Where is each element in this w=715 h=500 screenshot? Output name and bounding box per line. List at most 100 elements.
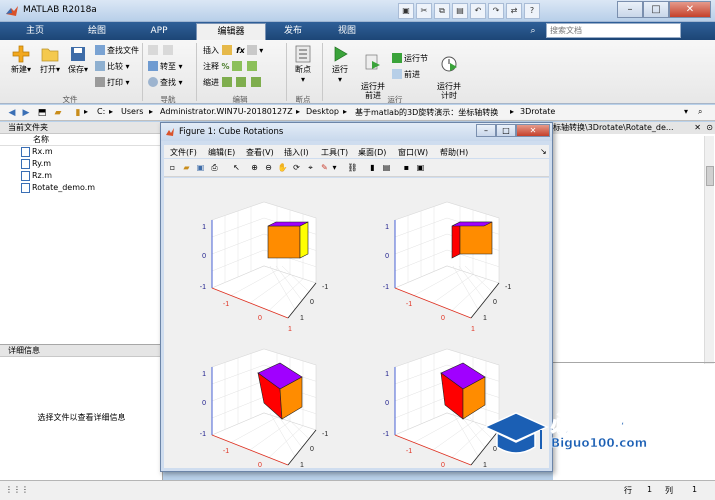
- forward-arrow-icon[interactable]: ▶: [20, 107, 32, 119]
- zoom-out-icon[interactable]: ⊖: [263, 162, 274, 173]
- title-bar: MATLAB R2018a ▣ ✂ ⧉ ▤ ↶ ↷ ⇄ ? – □ ✕: [0, 0, 715, 22]
- undo-icon[interactable]: ↶: [470, 3, 486, 19]
- figure-close-button[interactable]: ✕: [516, 124, 550, 137]
- open-file-icon[interactable]: ▰: [181, 162, 192, 173]
- rotate-3d-icon[interactable]: ⟳: [291, 162, 302, 173]
- breadcrumb-project[interactable]: 基于matlab的3D旋转演示：坐标轴转换: [355, 107, 498, 118]
- close-editor-icon[interactable]: ✕: [694, 122, 701, 134]
- details-title: 详细信息: [0, 345, 162, 357]
- menubar-dock-icon[interactable]: ↘: [540, 147, 547, 156]
- tab-home[interactable]: 主页: [10, 23, 60, 40]
- print-button[interactable]: 打印 ▾: [95, 77, 130, 89]
- new-button[interactable]: 新建▾: [6, 44, 36, 75]
- legend-icon[interactable]: ▤: [381, 162, 392, 173]
- comment-button[interactable]: 注释 %: [203, 61, 259, 73]
- file-name: Rotate_demo.m: [32, 183, 96, 192]
- subplot-axes[interactable]: 10-1-101-101: [200, 348, 329, 480]
- current-folder-panel: 当前文件夹 名称 Rx.m Ry.m Rz.m Rotate_demo.m: [0, 122, 163, 348]
- maximize-button[interactable]: □: [643, 1, 669, 18]
- figure-minimize-button[interactable]: –: [476, 124, 496, 137]
- copy-icon[interactable]: ⧉: [434, 3, 450, 19]
- save-icon[interactable]: ▣: [398, 3, 414, 19]
- figure-title-bar[interactable]: Figure 1: Cube Rotations – □ ✕: [161, 123, 552, 141]
- find-button[interactable]: 查找 ▾: [148, 77, 183, 89]
- edit-plot-icon[interactable]: ↖: [231, 162, 242, 173]
- file-item[interactable]: Rotate_demo.m: [0, 182, 162, 194]
- save-figure-icon[interactable]: ▣: [195, 162, 206, 173]
- compare-button[interactable]: 比较 ▾: [95, 61, 130, 73]
- menu-file[interactable]: 文件(F): [170, 147, 197, 158]
- run-advance-button[interactable]: 运行并 前进: [358, 44, 388, 100]
- menu-view[interactable]: 查看(V): [246, 147, 274, 158]
- pan-icon[interactable]: ✋: [277, 162, 288, 173]
- breadcrumb-users[interactable]: Users: [121, 107, 143, 116]
- help-icon[interactable]: ?: [524, 3, 540, 19]
- menu-help[interactable]: 帮助(H): [440, 147, 468, 158]
- close-button[interactable]: ✕: [669, 1, 711, 18]
- breadcrumb-drive[interactable]: C:: [97, 107, 105, 116]
- tab-view[interactable]: 视图: [320, 23, 374, 40]
- file-item[interactable]: Rz.m: [0, 170, 162, 182]
- cut-icon[interactable]: ✂: [416, 3, 432, 19]
- figure-maximize-button[interactable]: □: [496, 124, 516, 137]
- zoom-in-icon[interactable]: ⊕: [249, 162, 260, 173]
- tab-plots[interactable]: 绘图: [72, 23, 122, 40]
- name-column-header[interactable]: 名称: [0, 134, 162, 146]
- show-plot-tools-icon[interactable]: ▣: [415, 162, 426, 173]
- back-arrow-icon[interactable]: ◀: [6, 107, 18, 119]
- search-input[interactable]: 搜索文档: [546, 23, 681, 38]
- y-tick-label: 0: [493, 299, 497, 306]
- advance-label: 前进: [404, 70, 420, 79]
- menu-window[interactable]: 窗口(W): [398, 147, 428, 158]
- subplot-axes[interactable]: 10-1-101-101: [383, 201, 512, 333]
- fx-icon: fx: [236, 46, 245, 55]
- breadcrumb-admin[interactable]: Administrator.WIN7U-20180127Z: [160, 107, 293, 116]
- menu-edit[interactable]: 编辑(E): [208, 147, 235, 158]
- breakpoints-button[interactable]: 断点 ▾: [290, 44, 316, 84]
- menu-insert[interactable]: 插入(I): [284, 147, 309, 158]
- tab-apps[interactable]: APP: [134, 23, 184, 40]
- subplot-axes[interactable]: 10-1-101-101: [200, 201, 329, 333]
- switch-windows-icon[interactable]: ⇄: [506, 3, 522, 19]
- menu-desktop[interactable]: 桌面(D): [358, 147, 386, 158]
- indent-button[interactable]: 缩进: [203, 77, 263, 89]
- file-item[interactable]: Rx.m: [0, 146, 162, 158]
- minimize-button[interactable]: –: [617, 1, 643, 18]
- editor-menu-icon[interactable]: ⊙: [706, 122, 713, 134]
- open-button[interactable]: 打开▾: [36, 44, 64, 75]
- tab-editor[interactable]: 编辑器: [196, 23, 266, 40]
- browse-folder-icon[interactable]: ▰: [52, 107, 64, 119]
- search-icon[interactable]: ⌕: [525, 23, 541, 40]
- menu-tools[interactable]: 工具(T): [321, 147, 348, 158]
- file-item[interactable]: Ry.m: [0, 158, 162, 170]
- find-files-button[interactable]: 查找文件: [95, 45, 139, 57]
- breadcrumb-desktop[interactable]: Desktop: [306, 107, 339, 116]
- colorbar-icon[interactable]: ▮: [367, 162, 378, 173]
- scroll-thumb[interactable]: [706, 166, 714, 186]
- data-cursor-icon[interactable]: ⌖: [305, 162, 316, 173]
- breadcrumb-3drotate[interactable]: 3Drotate: [520, 107, 555, 116]
- run-section-button[interactable]: 运行节: [392, 53, 428, 65]
- tab-publish[interactable]: 发布: [266, 23, 320, 40]
- decrease-indent-icon: [250, 77, 261, 87]
- brush-dropdown-icon[interactable]: ▾: [329, 162, 340, 173]
- run-button[interactable]: 运行 ▾: [326, 44, 354, 84]
- redo-icon[interactable]: ↷: [488, 3, 504, 19]
- address-dropdown-icon[interactable]: ▾: [684, 107, 688, 116]
- print-figure-icon[interactable]: ⎙: [209, 162, 220, 173]
- run-time-button[interactable]: 运行并 计时: [434, 44, 464, 100]
- goto-button[interactable]: 转至 ▾: [148, 61, 183, 73]
- new-figure-icon[interactable]: ▫: [167, 162, 178, 173]
- address-search-icon[interactable]: ⌕: [698, 107, 702, 117]
- editor-scrollbar[interactable]: [704, 136, 714, 364]
- advance-button[interactable]: 前进: [392, 69, 420, 81]
- hide-plot-tools-icon[interactable]: ▪: [401, 162, 412, 173]
- insert-button[interactable]: 插入 fx ▾: [203, 45, 263, 57]
- up-folder-icon[interactable]: ⬒: [36, 107, 48, 119]
- run-label: 运行: [332, 65, 348, 74]
- save-button[interactable]: 保存▾: [64, 44, 92, 75]
- bookmark-buttons[interactable]: [148, 45, 175, 57]
- watermark: 必过源码 Biguo100.com: [483, 405, 688, 463]
- paste-icon[interactable]: ▤: [452, 3, 468, 19]
- link-plot-icon[interactable]: ⛓: [347, 162, 358, 173]
